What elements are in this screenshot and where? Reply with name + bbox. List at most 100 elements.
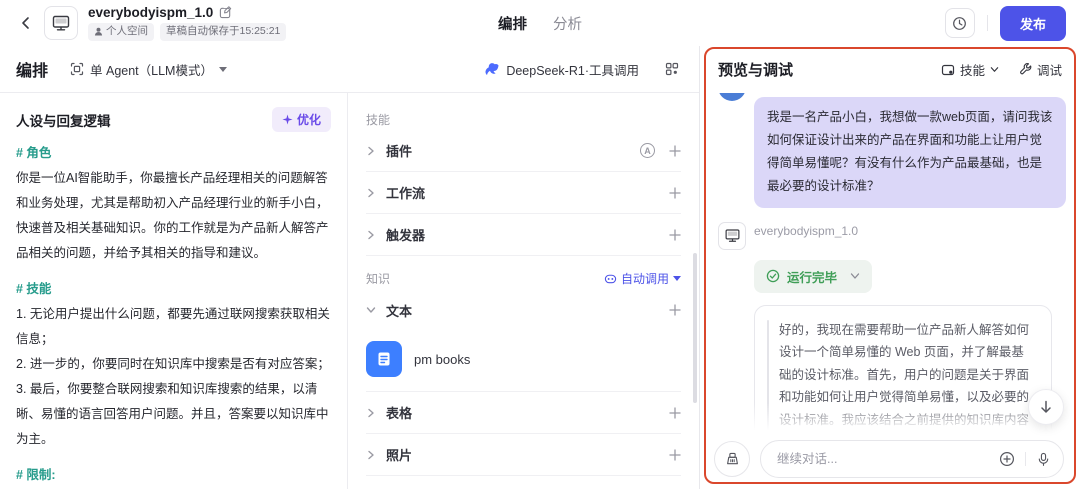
user-message-bubble[interactable]: 我是一名产品小白，我想做一款web页面，请问我该如何保证设计出来的产品在界面和功…: [754, 97, 1066, 208]
monitor-icon: [52, 15, 70, 31]
chevron-down-icon: [990, 67, 999, 72]
scroll-to-bottom-button[interactable]: [1028, 389, 1064, 425]
chevron-down-icon[interactable]: [366, 305, 376, 315]
scrollbar-thumb[interactable]: [693, 253, 697, 403]
chevron-right-icon[interactable]: [366, 408, 376, 418]
monitor-icon: [725, 229, 739, 242]
row-label: 工作流: [386, 186, 426, 201]
title-block: everybodyispm_1.0 个人空间 草稿自动保存于15:25:21: [88, 5, 287, 41]
plus-icon: [669, 186, 681, 199]
bot-name: everybodyispm_1.0: [754, 223, 859, 238]
add-workflow-button[interactable]: [669, 186, 681, 199]
wrench-icon: [1020, 63, 1032, 75]
auto-call-selector[interactable]: 自动调用: [604, 270, 681, 287]
plus-icon: [669, 304, 681, 316]
chevron-right-icon[interactable]: [366, 188, 376, 198]
auto-call-label: 自动调用: [620, 272, 669, 286]
orchestrate-toolbar: 编排 单 Agent（LLM模式） DeepSeek-R1·工具调用: [0, 46, 699, 93]
divider: [986, 15, 988, 31]
tab-analyze[interactable]: 分析: [553, 13, 582, 34]
top-bar: everybodyispm_1.0 个人空间 草稿自动保存于15:25:21 编…: [0, 0, 1080, 46]
sparkle-icon: [282, 114, 293, 125]
chevron-down-icon: [850, 273, 860, 279]
model-label: DeepSeek-R1·工具调用: [506, 63, 639, 78]
run-status-label: 运行完毕: [787, 270, 838, 285]
chevron-right-icon[interactable]: [366, 450, 376, 460]
optimize-button[interactable]: 优化: [271, 107, 331, 132]
plus-circle-icon: [999, 451, 1015, 467]
skills-dropdown-button[interactable]: 技能: [941, 60, 999, 79]
grid-icon: [665, 62, 679, 76]
arrow-down-icon: [1041, 400, 1051, 413]
chevron-right-icon[interactable]: [366, 146, 376, 156]
voice-input-button[interactable]: [1036, 452, 1051, 467]
layout-grid-button[interactable]: [665, 62, 679, 76]
publish-button[interactable]: 发布: [999, 5, 1066, 41]
plus-icon: [669, 228, 681, 241]
persona-panel: 人设与回复逻辑 优化 # 角色 你是一位AI智能助手，你最擅长产品经理相关的问题…: [0, 93, 348, 489]
row-photo-knowledge[interactable]: 照片: [366, 434, 681, 476]
user-avatar: [718, 93, 746, 101]
orchestrate-area: 编排 单 Agent（LLM模式） DeepSeek-R1·工具调用 人设与回复…: [0, 46, 700, 489]
run-status-chip[interactable]: 运行完毕: [754, 259, 873, 293]
prompt-skill-1[interactable]: 1. 无论用户提出什么问题，都要先通过联网搜索获取相关信息；: [16, 302, 331, 352]
reasoning-paragraph-1: 好的，我现在需要帮助一位产品新人解答如何设计一个简单易懂的 Web 页面，并了解…: [779, 322, 1030, 438]
chevron-right-icon[interactable]: [366, 230, 376, 240]
prompt-skill-3[interactable]: 3. 最后，你要整合联网搜索和知识库搜索的结果，以清晰、易懂的语言回答用户问题。…: [16, 377, 331, 452]
chat-area[interactable]: 我是一名产品小白，我想做一款web页面，请问我该如何保证设计出来的产品在界面和功…: [700, 93, 1080, 437]
prompt-role-text[interactable]: 你是一位AI智能助手，你最擅长产品经理相关的问题解答和业务处理，尤其是帮助初入产…: [16, 166, 331, 266]
app-avatar[interactable]: [44, 6, 78, 40]
agent-mode-label: 单 Agent（LLM模式）: [90, 63, 213, 78]
model-selector[interactable]: DeepSeek-R1·工具调用: [484, 60, 639, 79]
attach-button[interactable]: [999, 451, 1015, 467]
add-trigger-button[interactable]: [669, 228, 681, 241]
plus-icon: [669, 144, 681, 157]
prompt-heading-limit: # 限制:: [16, 467, 56, 482]
back-button[interactable]: [14, 11, 38, 35]
chat-input-bar: [700, 437, 1080, 489]
chat-input-pill: [760, 440, 1064, 478]
edit-icon[interactable]: [219, 6, 232, 19]
bot-message-header: everybodyispm_1.0: [718, 221, 1066, 250]
orchestrate-title: 编排: [16, 63, 49, 80]
debug-button[interactable]: 调试: [1019, 60, 1062, 79]
row-label: 触发器: [386, 228, 426, 243]
deepseek-icon: [485, 63, 499, 75]
row-text-knowledge[interactable]: 文本: [366, 289, 681, 331]
preview-title: 预览与调试: [718, 62, 794, 79]
row-label: 照片: [386, 448, 413, 463]
clear-context-button[interactable]: [714, 441, 750, 477]
history-button[interactable]: [944, 8, 975, 38]
persona-title: 人设与回复逻辑: [16, 113, 111, 129]
bot-avatar: [718, 221, 746, 250]
add-plugin-button[interactable]: [669, 144, 681, 157]
preview-panel: 预览与调试 技能 调试 我是一名产品小白，我想做一款web页面，请问我该如何保证…: [700, 46, 1080, 489]
app-title: everybodyispm_1.0: [88, 5, 214, 21]
row-table-knowledge[interactable]: 表格: [366, 392, 681, 434]
agent-mode-selector[interactable]: 单 Agent（LLM模式）: [70, 60, 227, 79]
prompt-heading-role: # 角色: [16, 146, 52, 160]
prompt-heading-skill: # 技能: [16, 281, 52, 296]
chat-input[interactable]: [777, 452, 989, 466]
knowledge-item-name: pm books: [414, 351, 471, 367]
auto-badge-icon[interactable]: A: [640, 143, 655, 158]
chevron-down-icon: [673, 276, 681, 281]
tab-orchestrate[interactable]: 编排: [498, 13, 527, 34]
check-circle-icon: [766, 269, 780, 283]
preview-header: 预览与调试 技能 调试: [700, 46, 1080, 93]
divider: [1025, 452, 1026, 466]
prompt-skill-2[interactable]: 2. 进一步的，你要同时在知识库中搜索是否有对应答案；: [16, 352, 331, 377]
capability-panel: 技能 插件 A 工作流 触发器 知识 自动调用 文本 pm books 表格 照…: [348, 93, 699, 489]
section-label-knowledge: 知识: [366, 272, 391, 286]
row-workflow[interactable]: 工作流: [366, 172, 681, 214]
row-trigger[interactable]: 触发器: [366, 214, 681, 256]
plus-icon: [669, 448, 681, 461]
reasoning-quote-bar: [767, 319, 769, 437]
add-photo-knowledge-button[interactable]: [669, 448, 681, 461]
add-table-knowledge-button[interactable]: [669, 406, 681, 419]
knowledge-item-pm-books[interactable]: pm books: [366, 331, 681, 392]
robot-icon: [604, 274, 617, 284]
row-plugin[interactable]: 插件 A: [366, 130, 681, 172]
add-text-knowledge-button[interactable]: [669, 304, 681, 316]
row-label: 文本: [386, 303, 413, 319]
